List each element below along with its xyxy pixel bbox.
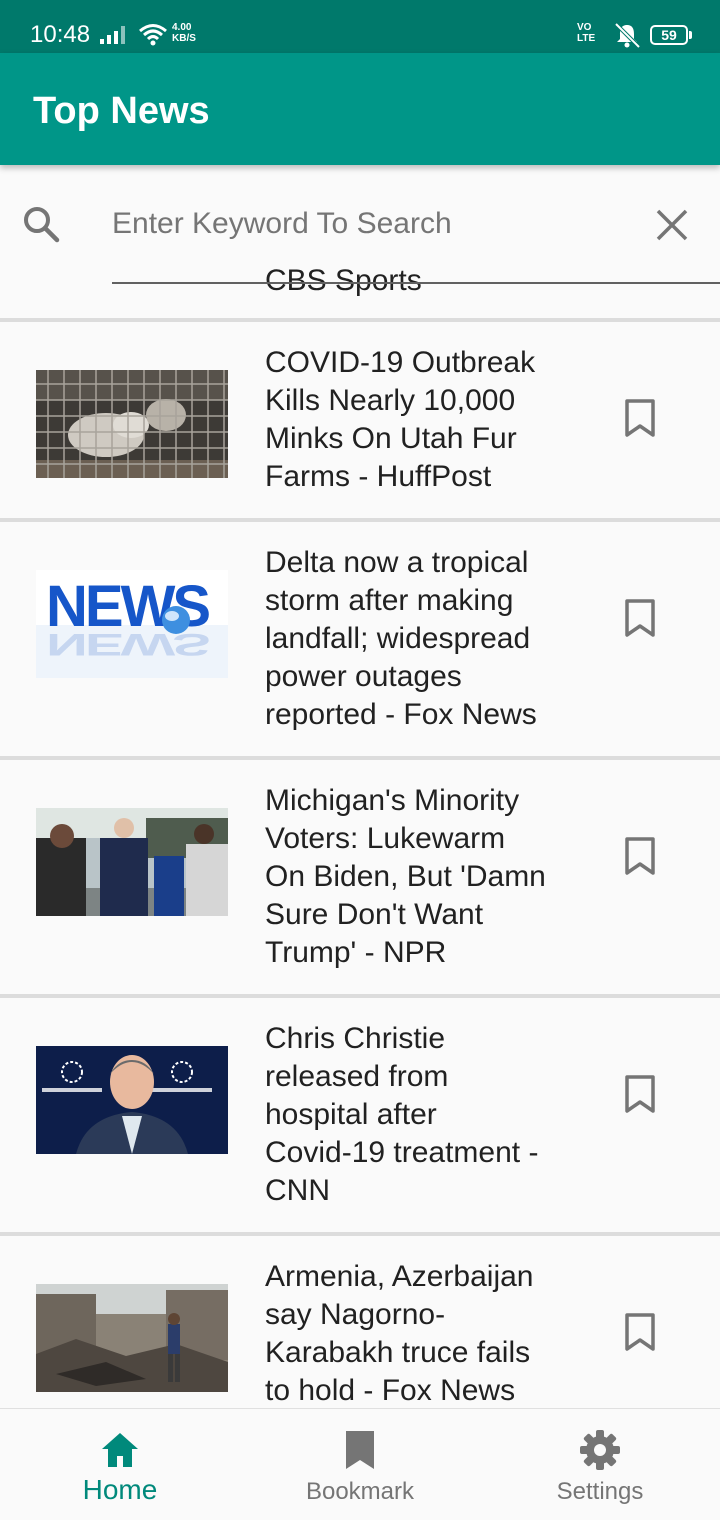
battery-indicator: 59 xyxy=(650,25,692,45)
news-card[interactable]: Armenia, Azerbaijan say Nagorno- Karabak… xyxy=(0,1232,720,1408)
status-time: 10:48 xyxy=(30,21,91,48)
nav-home-label: Home xyxy=(82,1474,158,1505)
news-card[interactable]: Chris Christie released from hospital af… xyxy=(0,994,720,1232)
bell-off-icon xyxy=(614,22,641,48)
bookmark-outline-icon[interactable] xyxy=(624,598,656,638)
news-headline[interactable]: Chris Christie released from hospital af… xyxy=(265,1020,585,1210)
news-card[interactable]: NEWS NEWS Delta now a tropical storm aft… xyxy=(0,518,720,756)
news-logo-graphic: NEWS NEWS xyxy=(36,570,228,678)
news-list: COVID-19 Outbreak Kills Nearly 10,000 Mi… xyxy=(0,318,720,1408)
bookmark-outline-icon[interactable] xyxy=(624,1312,656,1352)
christie-concordia-photo xyxy=(36,1046,228,1154)
nav-settings[interactable]: Settings xyxy=(480,1409,720,1520)
bottom-navigation: Home Bookmark Settings xyxy=(0,1408,720,1520)
close-icon[interactable] xyxy=(654,207,690,243)
wifi-icon xyxy=(139,24,167,46)
gear-icon xyxy=(580,1430,620,1470)
network-speed: 4.00 KB/S xyxy=(172,22,196,44)
search-bar: CBS Sports xyxy=(0,165,720,318)
bookmark-outline-icon[interactable] xyxy=(624,398,656,438)
news-headline[interactable]: COVID-19 Outbreak Kills Nearly 10,000 Mi… xyxy=(265,344,585,496)
scrolled-headline-fragment: CBS Sports xyxy=(265,264,422,297)
network-speed-value: 4.00 xyxy=(172,22,192,33)
status-bar: 10:48 4.00 KB/S VO LTE 59 xyxy=(0,0,720,53)
nav-bookmark-label: Bookmark xyxy=(305,1478,415,1505)
nav-settings-label: Settings xyxy=(556,1478,644,1505)
page-title: Top News xyxy=(33,90,210,132)
news-headline[interactable]: Michigan's Minority Voters: Lukewarm On … xyxy=(265,782,585,972)
news-card[interactable]: COVID-19 Outbreak Kills Nearly 10,000 Mi… xyxy=(0,318,720,518)
bookmark-icon xyxy=(346,1431,374,1469)
search-underline xyxy=(112,282,720,284)
search-input[interactable] xyxy=(112,201,632,247)
app-bar: Top News xyxy=(0,53,720,165)
bookmark-outline-icon[interactable] xyxy=(624,836,656,876)
news-card[interactable]: Michigan's Minority Voters: Lukewarm On … xyxy=(0,756,720,994)
network-speed-unit: KB/S xyxy=(172,33,196,44)
bookmark-outline-icon[interactable] xyxy=(624,1074,656,1114)
volte-indicator: VO LTE xyxy=(577,22,595,44)
nav-home[interactable]: Home xyxy=(0,1409,240,1520)
volte-top: VO xyxy=(577,22,592,33)
signal-icon xyxy=(100,26,125,44)
news-headline[interactable]: Armenia, Azerbaijan say Nagorno- Karabak… xyxy=(265,1258,585,1408)
svg-text:NEWS: NEWS xyxy=(46,627,209,662)
nav-bookmark[interactable]: Bookmark xyxy=(240,1409,480,1520)
volte-bottom: LTE xyxy=(577,33,596,44)
rubble-photo xyxy=(36,1284,228,1392)
biden-voters-photo xyxy=(36,808,228,916)
search-icon[interactable] xyxy=(22,205,60,243)
mink-cage-photo xyxy=(36,370,228,478)
home-icon xyxy=(102,1433,138,1467)
news-headline[interactable]: Delta now a tropical storm after making … xyxy=(265,544,585,734)
